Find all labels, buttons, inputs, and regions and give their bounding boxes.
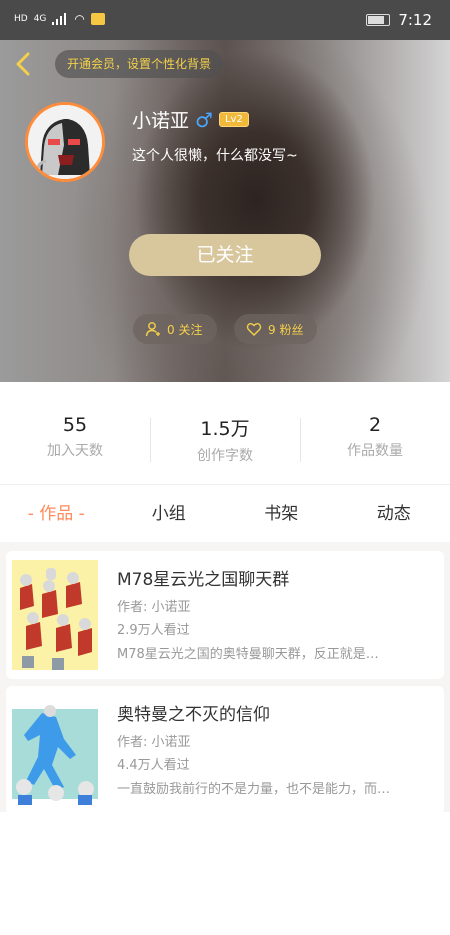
work-title: M78星云光之国聊天群 <box>117 570 290 590</box>
stat-value: 1.5万 <box>200 418 250 440</box>
stats-bar: 55 加入天数 1.5万 创作字数 2 作品数量 <box>0 408 450 470</box>
stat-value: 2 <box>368 414 382 436</box>
clock: 7:12 <box>398 11 432 29</box>
app-notification-icon <box>90 13 105 25</box>
stat-join-days: 55 加入天数 <box>0 408 150 470</box>
stat-label: 加入天数 <box>47 443 103 459</box>
profile-header: 开通会员，设置个性化背景 小诺亚 ♂ Lv2 这个人很懒，什么都没写~ 已关注 … <box>0 40 450 382</box>
work-views: 4.4万人看过 <box>117 758 190 773</box>
following-count: 0 关注 <box>167 322 203 337</box>
network-type: 4G <box>33 14 47 24</box>
tab-bar: - 作品 - 小组 书架 动态 <box>0 484 450 543</box>
stat-works-count: 2 作品数量 <box>300 408 450 470</box>
tab-works[interactable]: - 作品 - <box>0 485 113 543</box>
hd-label: HD <box>14 14 28 24</box>
battery-icon <box>366 14 391 26</box>
signature: 这个人很懒，什么都没写~ <box>132 148 298 164</box>
level-badge: Lv2 <box>218 112 249 127</box>
work-cover-image <box>12 695 98 805</box>
work-views: 2.9万人看过 <box>117 623 190 638</box>
work-author: 作者: 小诺亚 <box>117 600 191 615</box>
works-list: M78星云光之国聊天群 作者: 小诺亚 2.9万人看过 M78星云光之国的奥特曼… <box>0 542 450 814</box>
work-title: 奥特曼之不灭的信仰 <box>117 705 270 725</box>
tab-groups[interactable]: 小组 <box>113 485 226 543</box>
work-description: M78星云光之国的奥特曼聊天群，反正就是… <box>117 647 379 662</box>
person-add-icon <box>145 322 160 337</box>
back-arrow-icon[interactable] <box>12 52 36 76</box>
stat-value: 55 <box>62 414 88 436</box>
stat-label: 作品数量 <box>347 443 403 459</box>
male-icon: ♂ <box>195 107 213 132</box>
avatar[interactable] <box>25 102 105 182</box>
user-name-row: 小诺亚 ♂ Lv2 <box>132 106 249 133</box>
vip-banner-label: 开通会员，设置个性化背景 <box>67 57 212 71</box>
work-card[interactable]: M78星云光之国聊天群 作者: 小诺亚 2.9万人看过 M78星云光之国的奥特曼… <box>6 551 444 679</box>
heart-icon <box>246 323 262 336</box>
user-name: 小诺亚 <box>132 110 190 132</box>
tab-activity[interactable]: 动态 <box>338 485 450 543</box>
work-cover-image <box>12 560 98 670</box>
status-left: HD 4G ◠ <box>14 12 105 26</box>
status-bar: HD 4G ◠ 7:12 <box>0 0 450 40</box>
status-right: 7:12 <box>366 11 432 29</box>
stat-label: 创作字数 <box>197 448 253 464</box>
tab-bookshelf[interactable]: 书架 <box>225 485 338 543</box>
vip-banner-button[interactable]: 开通会员，设置个性化背景 <box>55 50 224 78</box>
following-button[interactable]: 0 关注 <box>133 314 217 344</box>
work-author: 作者: 小诺亚 <box>117 735 191 750</box>
follow-button[interactable]: 已关注 <box>129 234 321 276</box>
work-description: 一直鼓励我前行的不是力量，也不是能力，而… <box>117 782 391 797</box>
work-card[interactable]: 奥特曼之不灭的信仰 作者: 小诺亚 4.4万人看过 一直鼓励我前行的不是力量，也… <box>6 686 444 814</box>
fans-button[interactable]: 9 粉丝 <box>234 314 317 344</box>
wifi-icon: ◠ <box>74 12 85 26</box>
signal-icon <box>52 13 68 25</box>
avatar-image <box>28 105 102 179</box>
stat-word-count: 1.5万 创作字数 <box>150 408 300 470</box>
fans-count: 9 粉丝 <box>268 322 304 337</box>
